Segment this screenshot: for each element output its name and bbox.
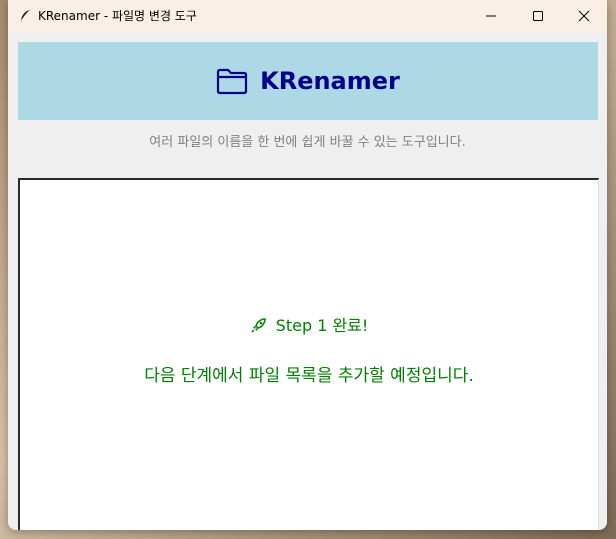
maximize-icon xyxy=(533,11,543,21)
window-title: KRenamer - 파일명 변경 도구 xyxy=(38,9,197,23)
feather-icon xyxy=(19,10,30,23)
header-banner: KRenamer xyxy=(18,42,598,120)
minimize-icon xyxy=(486,15,496,17)
next-step-text: 다음 단계에서 파일 목록을 추가할 예정입니다. xyxy=(144,366,474,386)
app-window: KRenamer - 파일명 변경 도구 KRenamer 여러 파일의 이름을… xyxy=(8,0,607,530)
minimize-button[interactable] xyxy=(468,0,514,32)
rocket-icon xyxy=(251,318,266,333)
subtitle: 여러 파일의 이름을 한 번에 쉽게 바꿀 수 있는 도구입니다. xyxy=(149,135,466,150)
close-button[interactable] xyxy=(561,0,607,32)
maximize-button[interactable] xyxy=(515,0,561,32)
step-status: Step 1 완료! xyxy=(20,315,598,337)
folder-icon xyxy=(217,68,248,95)
close-icon xyxy=(578,10,590,22)
title-bar[interactable]: KRenamer - 파일명 변경 도구 xyxy=(8,0,607,32)
content-panel: Step 1 완료! 다음 단계에서 파일 목록을 추가할 예정입니다. xyxy=(18,178,599,530)
step-text: Step 1 완료! xyxy=(275,316,369,335)
app-title: KRenamer xyxy=(260,67,400,95)
